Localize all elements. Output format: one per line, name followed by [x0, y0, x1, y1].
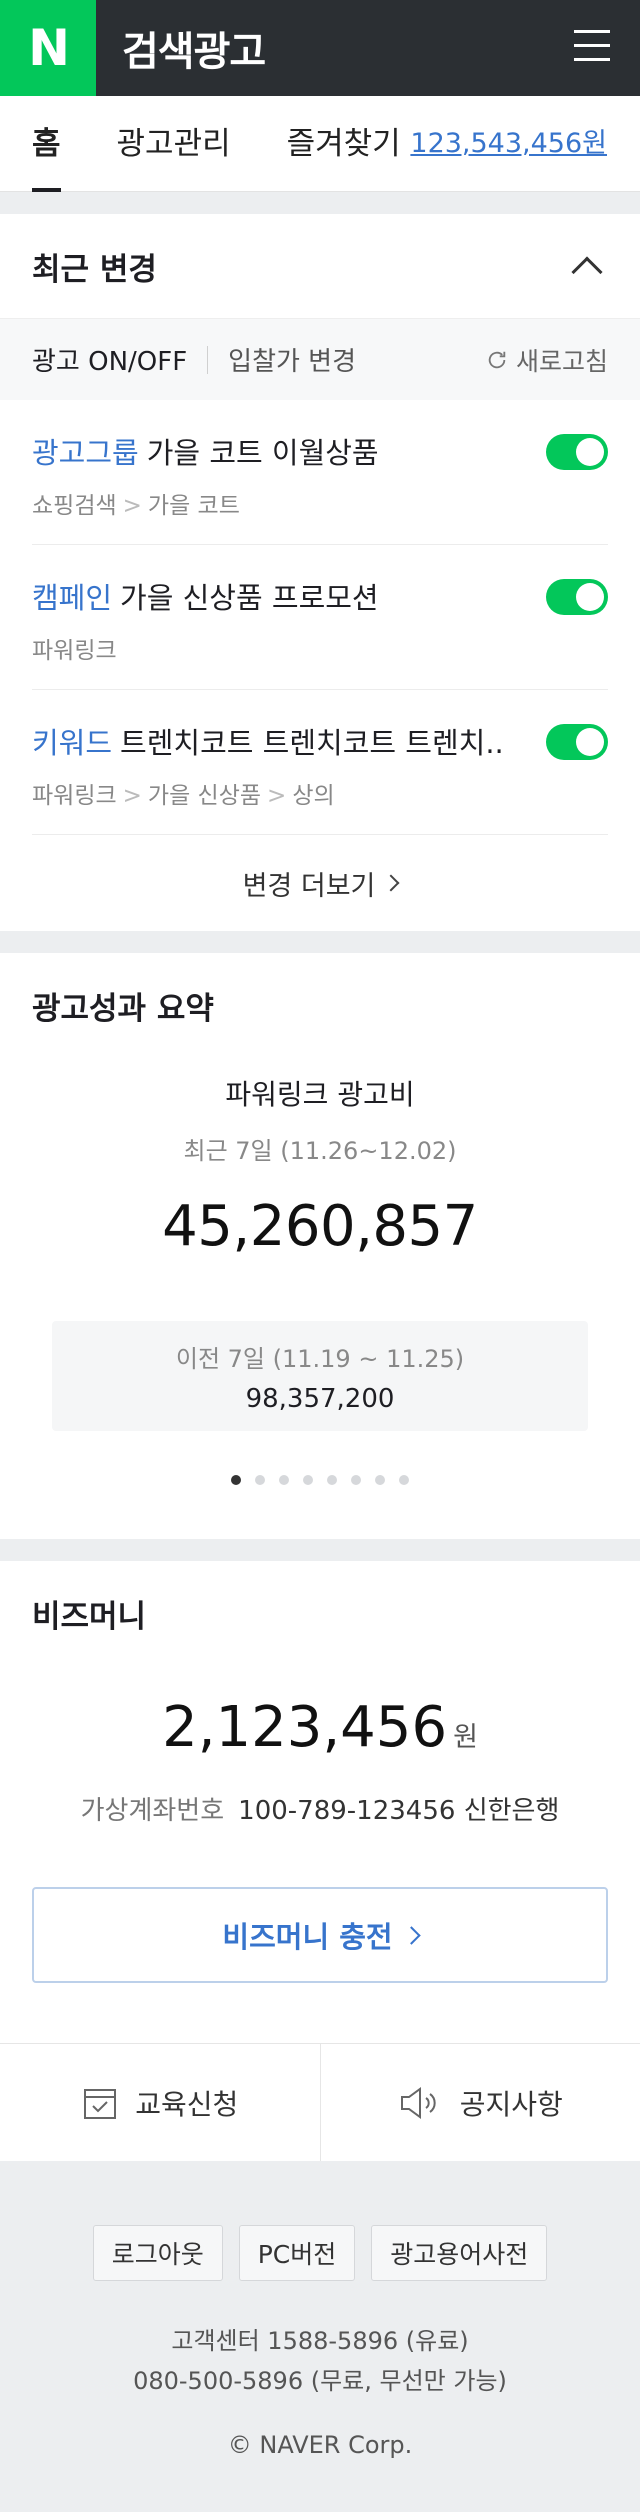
hamburger-icon[interactable]: [574, 30, 610, 64]
calendar-check-icon: [84, 2088, 117, 2119]
account-number: 100-789-123456 신한은행: [238, 1796, 560, 1826]
main-tabs: 홈 광고관리 즐겨찾기 123,543,456원: [0, 96, 640, 192]
pager-dot[interactable]: [231, 1475, 241, 1485]
item-type: 캠페인: [32, 581, 113, 615]
chevron-right-icon: [382, 874, 400, 892]
logout-button[interactable]: 로그아웃: [92, 2225, 223, 2281]
item-name: 트렌치코트 트렌치코트 트렌치..: [120, 726, 504, 760]
tab-ad-management[interactable]: 광고관리: [117, 96, 231, 192]
chevron-right-icon: >: [122, 783, 142, 809]
cs-paid-number[interactable]: 고객센터 1588-5896 (유료): [0, 2321, 640, 2361]
charge-label: 비즈머니 충전: [222, 1920, 393, 1954]
filter-ad-onoff[interactable]: 광고 ON/OFF: [32, 341, 187, 378]
page-footer: 로그아웃 PC버전 광고용어사전 고객센터 1588-5896 (유료) 080…: [0, 2161, 640, 2459]
on-off-toggle[interactable]: [546, 724, 608, 760]
cs-free-number[interactable]: 080-500-5896 (무료, 무선만 가능): [0, 2361, 640, 2401]
pager-dot[interactable]: [255, 1475, 265, 1485]
carousel-pager: [0, 1475, 640, 1485]
divider: [207, 345, 209, 374]
education-label: 교육신청: [135, 2087, 239, 2121]
filter-bid-change[interactable]: 입찰가 변경: [228, 341, 356, 378]
on-off-toggle[interactable]: [546, 579, 608, 615]
bizmoney-section: 비즈머니 2,123,456 원 가상계좌번호 100-789-123456 신한은…: [0, 1561, 640, 2043]
glossary-button[interactable]: 광고용어사전: [371, 2225, 548, 2281]
quick-links: 교육신청 공지사항: [0, 2043, 640, 2161]
pager-dot[interactable]: [351, 1475, 361, 1485]
item-type: 키워드: [32, 726, 113, 760]
filter-bar: 광고 ON/OFF 입찰가 변경 새로고침: [0, 318, 640, 400]
pager-dot[interactable]: [279, 1475, 289, 1485]
logo-letter: N: [28, 19, 70, 77]
refresh-button[interactable]: 새로고침: [486, 342, 608, 378]
previous-period-label: 이전 7일 (11.19 ~ 11.25): [175, 1345, 465, 1373]
item-path: 파워링크 > 가을 신상품 > 상의: [32, 783, 335, 809]
item-name: 가을 코트 이월상품: [146, 436, 379, 470]
list-item[interactable]: 캠페인 가을 신상품 프로모션 파워링크: [32, 545, 608, 690]
previous-period-value: 98,357,200: [245, 1384, 395, 1414]
refresh-label: 새로고침: [515, 346, 608, 376]
tab-home[interactable]: 홈: [32, 96, 61, 192]
balance-link[interactable]: 123,543,456원: [410, 96, 607, 192]
chevron-up-icon[interactable]: [571, 256, 603, 288]
pager-dot[interactable]: [399, 1475, 409, 1485]
item-path: 쇼핑검색 > 가을 코트: [32, 493, 240, 519]
speaker-icon: [400, 2086, 436, 2119]
recent-changes-section: 최근 변경 광고 ON/OFF 입찰가 변경 새로고침 광고그룹 가을 코트 이월…: [0, 214, 640, 931]
notice-button[interactable]: 공지사항: [319, 2044, 640, 2161]
chevron-right-icon: [401, 1925, 421, 1945]
section-title: 비즈머니: [32, 1598, 147, 1635]
pager-dot[interactable]: [375, 1475, 385, 1485]
chevron-right-icon: >: [267, 783, 287, 809]
pager-dot[interactable]: [327, 1475, 337, 1485]
item-name: 가을 신상품 프로모션: [120, 581, 379, 615]
education-button[interactable]: 교육신청: [0, 2044, 320, 2161]
more-changes-button[interactable]: 변경 더보기: [0, 835, 640, 931]
chevron-right-icon: >: [122, 493, 142, 519]
bizmoney-charge-button[interactable]: 비즈머니 충전: [32, 1887, 608, 1983]
naver-logo[interactable]: N: [0, 0, 96, 96]
pc-version-button[interactable]: PC버전: [238, 2225, 356, 2281]
account-label: 가상계좌번호: [80, 1796, 225, 1826]
app-title: 검색광고: [122, 29, 266, 75]
app-header: N 검색광고: [0, 0, 640, 96]
on-off-toggle[interactable]: [546, 434, 608, 470]
metric-title: 파워링크 광고비: [225, 1078, 415, 1111]
refresh-icon: [488, 351, 506, 368]
customer-center: 고객센터 1588-5896 (유료) 080-500-5896 (무료, 무선…: [0, 2321, 640, 2401]
copyright: © NAVER Corp.: [227, 2431, 413, 2459]
section-title: 광고성과 요약: [32, 990, 214, 1027]
item-type: 광고그룹: [32, 436, 139, 470]
previous-period-box: 이전 7일 (11.19 ~ 11.25) 98,357,200: [52, 1321, 588, 1431]
metric-period: 최근 7일 (11.26~12.02): [183, 1137, 457, 1165]
currency-unit: 원: [453, 1722, 478, 1753]
performance-summary-section: 광고성과 요약 파워링크 광고비 최근 7일 (11.26~12.02) 45,…: [0, 953, 640, 1539]
pager-dot[interactable]: [303, 1475, 313, 1485]
metric-amount: 45,260,857: [162, 1194, 478, 1259]
item-path: 파워링크: [32, 638, 117, 664]
more-label: 변경 더보기: [242, 870, 376, 902]
list-item[interactable]: 광고그룹 가을 코트 이월상품 쇼핑검색 > 가을 코트: [32, 400, 608, 545]
tab-favorites[interactable]: 즐겨찾기: [287, 96, 401, 192]
list-item[interactable]: 키워드 트렌치코트 트렌치코트 트렌치.. 파워링크 > 가을 신상품 > 상의: [32, 690, 608, 835]
section-title: 최근 변경: [32, 251, 157, 288]
bizmoney-amount: 2,123,456: [162, 1695, 448, 1760]
notice-label: 공지사항: [459, 2087, 563, 2121]
